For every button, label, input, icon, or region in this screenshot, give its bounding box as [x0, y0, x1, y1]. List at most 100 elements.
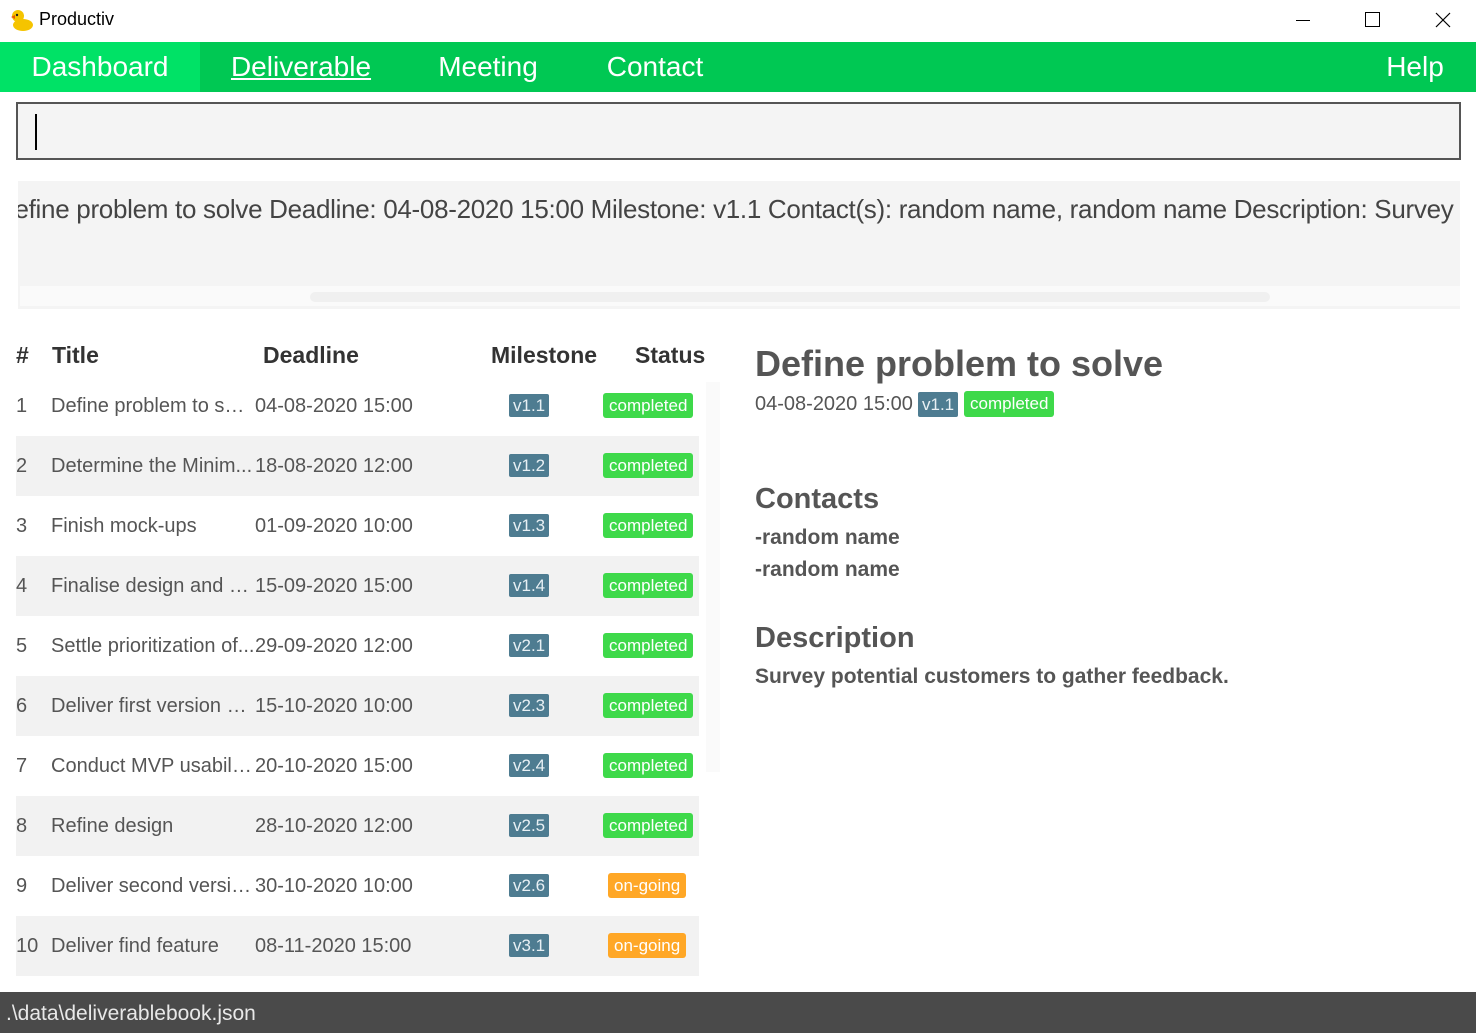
detail-title: Define problem to solve — [755, 343, 1164, 384]
maximize-icon — [1365, 12, 1380, 27]
list-row[interactable]: 4 Finalise design and pl... 15-09-2020 15:… — [16, 556, 699, 616]
command-input[interactable] — [16, 102, 1461, 160]
row-index: 5 — [16, 635, 28, 657]
status-badge: completed — [603, 573, 694, 598]
duck-icon — [11, 10, 33, 31]
result-text: Define problem to solve Deadline: 04-08-… — [18, 194, 1460, 224]
row-deadline: 01-09-2020 10:00 — [255, 515, 413, 537]
status-badge: completed — [603, 813, 694, 838]
data-file-path: .\data\deliverablebook.json — [6, 1002, 256, 1025]
close-icon — [1435, 12, 1451, 28]
status-bar: .\data\deliverablebook.json — [0, 992, 1476, 1033]
menu-contact[interactable]: Contact — [574, 42, 736, 92]
close-button[interactable] — [1408, 0, 1476, 42]
menu-deliverable-label: Deliverable — [230, 51, 372, 82]
list-row[interactable]: 1 Define problem to sol... 04-08-2020 15:0… — [16, 376, 699, 436]
list-row[interactable]: 5 Settle prioritization of... 29-09-2020 1… — [16, 616, 699, 676]
status-badge: on-going — [608, 933, 687, 958]
row-title: Finish mock-ups — [51, 515, 197, 537]
milestone-badge: v1.4 — [509, 574, 550, 597]
status-badge: completed — [603, 633, 694, 658]
status-badge: completed — [603, 753, 694, 778]
list-row[interactable]: 3 Finish mock-ups 01-09-2020 10:00 v1.3 comp… — [16, 496, 699, 556]
contacts-heading: Contacts — [755, 483, 880, 515]
detail-status-badge: completed — [964, 391, 1055, 417]
row-title: Conduct MVP usabilit... — [51, 755, 255, 777]
minimize-icon — [1296, 20, 1310, 21]
menu-meeting[interactable]: Meeting — [402, 42, 574, 92]
milestone-badge: v1.3 — [509, 514, 550, 537]
header-title: Title — [52, 342, 99, 368]
window-title: Productiv — [39, 9, 115, 29]
menu-dashboard[interactable]: Dashboard — [0, 42, 200, 92]
row-deadline: 28-10-2020 12:00 — [255, 815, 413, 837]
row-index: 3 — [16, 515, 28, 537]
milestone-badge: v2.1 — [509, 634, 550, 657]
row-title: Deliver find feature — [51, 935, 219, 957]
list-row[interactable]: 7 Conduct MVP usabilit... 20-10-2020 15:00… — [16, 736, 699, 796]
row-index: 9 — [16, 875, 28, 897]
status-badge: completed — [603, 393, 694, 418]
row-title: Deliver second versio... — [51, 875, 255, 897]
milestone-badge: v1.2 — [509, 454, 550, 477]
row-deadline: 15-09-2020 15:00 — [255, 575, 413, 597]
list-row[interactable]: 10 Deliver find feature 08-11-2020 15:00 v3… — [16, 916, 699, 976]
milestone-badge: v2.6 — [509, 874, 550, 897]
menu-deliverable[interactable]: Deliverable — [200, 42, 402, 92]
header-index: # — [16, 342, 29, 368]
contact-item: -random name — [755, 558, 900, 581]
menu-contact-label: Contact — [606, 51, 704, 82]
row-index: 4 — [16, 575, 28, 597]
menu-help[interactable]: Help — [1354, 42, 1476, 92]
description-text: Survey potential customers to gather fee… — [755, 665, 1229, 688]
list-vertical-scrollbar[interactable] — [706, 382, 720, 772]
row-index: 8 — [16, 815, 28, 837]
list-row[interactable]: 8 Refine design 28-10-2020 12:00 v2.5 comple… — [16, 796, 699, 856]
menu-dashboard-label: Dashboard — [31, 51, 169, 82]
row-deadline: 15-10-2020 10:00 — [255, 695, 413, 717]
row-index: 10 — [16, 935, 39, 957]
row-index: 6 — [16, 695, 28, 717]
menu-bar: Dashboard Deliverable Meeting Contact He… — [0, 42, 1476, 92]
result-horizontal-scrollbar[interactable] — [20, 286, 1460, 306]
description-heading: Description — [755, 622, 915, 654]
row-index: 2 — [16, 455, 28, 477]
milestone-badge: v2.5 — [509, 814, 550, 837]
row-title: Define problem to sol... — [51, 395, 255, 417]
row-deadline: 08-11-2020 15:00 — [255, 935, 412, 957]
milestone-badge: v2.3 — [509, 694, 550, 717]
maximize-button[interactable] — [1338, 0, 1408, 42]
row-title: Determine the Minim... — [51, 455, 253, 477]
menu-help-label: Help — [1386, 51, 1444, 82]
row-deadline: 18-08-2020 12:00 — [255, 455, 413, 477]
contact-item: -random name — [755, 526, 900, 549]
milestone-badge: v3.1 — [509, 934, 550, 957]
status-badge: completed — [603, 693, 694, 718]
menu-meeting-label: Meeting — [438, 51, 538, 82]
milestone-badge: v1.1 — [509, 394, 550, 417]
title-bar: Productiv — [0, 0, 1476, 42]
milestone-badge: v2.4 — [509, 754, 550, 777]
detail-deadline: 04-08-2020 15:00 — [755, 393, 913, 415]
row-index: 1 — [16, 395, 28, 417]
row-title: Deliver first version of... — [51, 695, 255, 717]
row-deadline: 30-10-2020 10:00 — [255, 875, 413, 897]
result-scroll-thumb[interactable] — [310, 292, 1270, 302]
row-deadline: 29-09-2020 12:00 — [255, 635, 413, 657]
row-title: Finalise design and pl... — [51, 575, 255, 597]
header-milestone: Milestone — [491, 342, 598, 368]
result-display[interactable]: Define problem to solve Deadline: 04-08-… — [18, 181, 1460, 309]
minimize-button[interactable] — [1268, 0, 1338, 42]
list-row[interactable]: 9 Deliver second versio... 30-10-2020 10:0… — [16, 856, 699, 916]
row-title: Settle prioritization of... — [51, 635, 255, 657]
header-status: Status — [635, 342, 706, 368]
row-title: Refine design — [51, 815, 174, 837]
row-deadline: 04-08-2020 15:00 — [255, 395, 413, 417]
status-badge: completed — [603, 513, 694, 538]
list-row[interactable]: 6 Deliver first version of... 15-10-2020 1… — [16, 676, 699, 736]
header-deadline: Deadline — [263, 342, 359, 368]
list-row[interactable]: 2 Determine the Minim... 18-08-2020 12:00 v… — [16, 436, 699, 496]
status-badge: completed — [603, 453, 694, 478]
row-index: 7 — [16, 755, 28, 777]
row-deadline: 20-10-2020 15:00 — [255, 755, 413, 777]
